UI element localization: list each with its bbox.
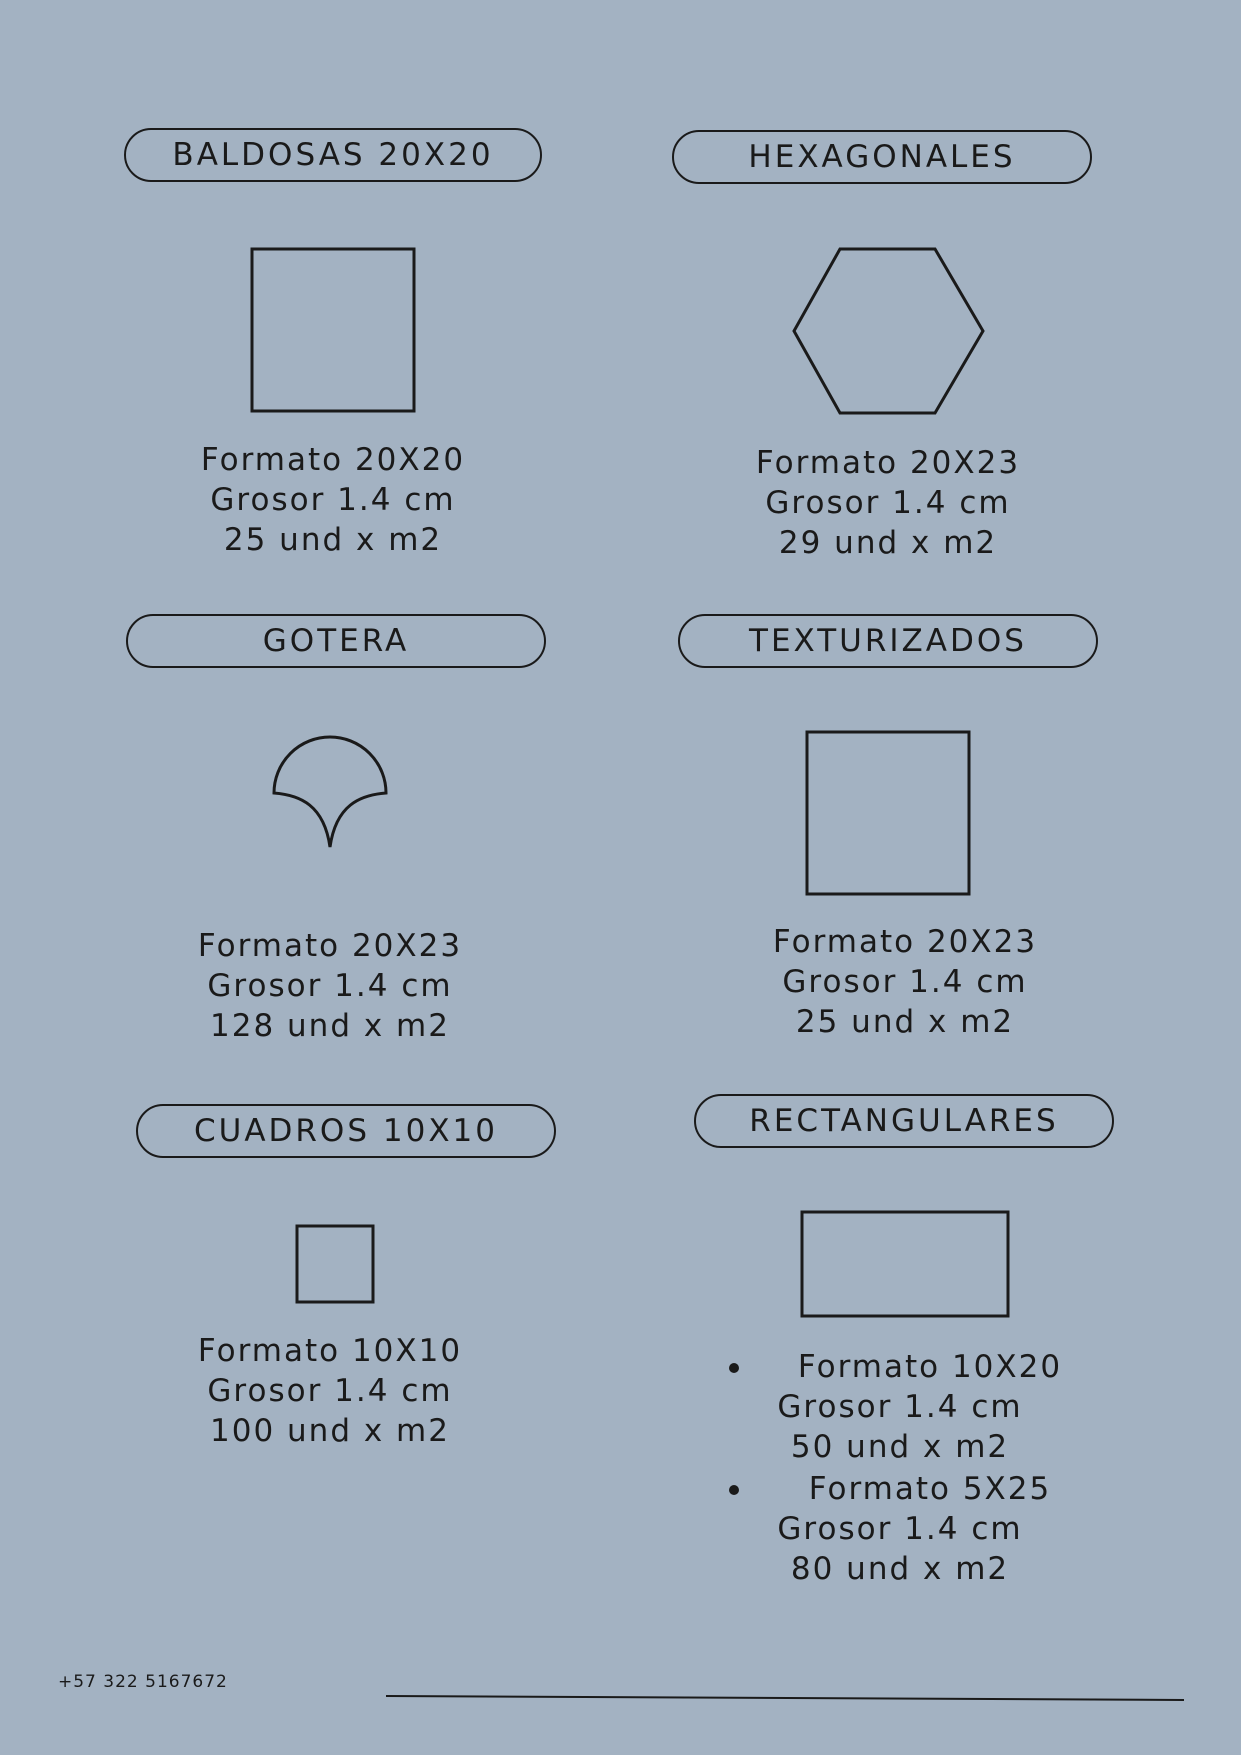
section-title-cuadros: CUADROS 10X10	[136, 1104, 556, 1158]
section-info-gotera: Formato 20X23 Grosor 1.4 cm 128 und x m2	[130, 926, 530, 1046]
section-title-hexagonales: HEXAGONALES	[672, 130, 1092, 184]
section-title-baldosas: BALDOSAS 20X20	[124, 128, 542, 182]
square-icon	[250, 247, 416, 413]
section-title-texturizados: TEXTURIZADOS	[678, 614, 1098, 668]
variant-info-10x20: Formato 10X20 Grosor 1.4 cm 50 und x m2	[700, 1347, 1100, 1467]
formato-text: Formato 20X23	[197, 928, 463, 964]
formato-text: Formato 10X10	[197, 1333, 463, 1369]
grosor-text: Grosor 1.4 cm	[777, 1511, 1023, 1547]
unidades-text: 80 und x m2	[790, 1551, 1010, 1587]
small-square-icon	[295, 1224, 375, 1304]
formato-text: Formato 20X23	[755, 445, 1021, 481]
unidades-text: 25 und x m2	[795, 1004, 1015, 1040]
formato-text: Formato 10X20	[797, 1349, 1063, 1385]
section-info-hexagonales: Formato 20X23 Grosor 1.4 cm 29 und x m2	[688, 443, 1088, 563]
grosor-text: Grosor 1.4 cm	[207, 968, 453, 1004]
grosor-text: Grosor 1.4 cm	[777, 1389, 1023, 1425]
variant-info-5x25: Formato 5X25 Grosor 1.4 cm 80 und x m2	[700, 1469, 1100, 1589]
section-info-cuadros: Formato 10X10 Grosor 1.4 cm 100 und x m2	[130, 1331, 530, 1451]
section-title-rectangulares: RECTANGULARES	[694, 1094, 1114, 1148]
grosor-text: Grosor 1.4 cm	[207, 1373, 453, 1409]
unidades-text: 29 und x m2	[778, 525, 998, 561]
scallop-icon	[272, 735, 388, 848]
formato-text: Formato 5X25	[808, 1471, 1052, 1507]
grosor-text: Grosor 1.4 cm	[782, 964, 1028, 1000]
hexagon-icon	[792, 247, 985, 415]
footer-divider	[386, 1695, 1185, 1701]
grosor-text: Grosor 1.4 cm	[210, 482, 456, 518]
section-info-baldosas: Formato 20X20 Grosor 1.4 cm 25 und x m2	[133, 440, 533, 560]
square-icon	[805, 730, 971, 896]
unidades-text: 25 und x m2	[223, 522, 443, 558]
formato-text: Formato 20X23	[772, 924, 1038, 960]
grosor-text: Grosor 1.4 cm	[765, 485, 1011, 521]
formato-text: Formato 20X20	[200, 442, 466, 478]
phone-number: +57 322 5167672	[58, 1672, 228, 1692]
unidades-text: 50 und x m2	[790, 1429, 1010, 1465]
unidades-text: 128 und x m2	[210, 1008, 450, 1044]
unidades-text: 100 und x m2	[210, 1413, 450, 1449]
section-info-texturizados: Formato 20X23 Grosor 1.4 cm 25 und x m2	[705, 922, 1105, 1042]
rectangle-icon	[800, 1210, 1010, 1318]
section-title-gotera: GOTERA	[126, 614, 546, 668]
